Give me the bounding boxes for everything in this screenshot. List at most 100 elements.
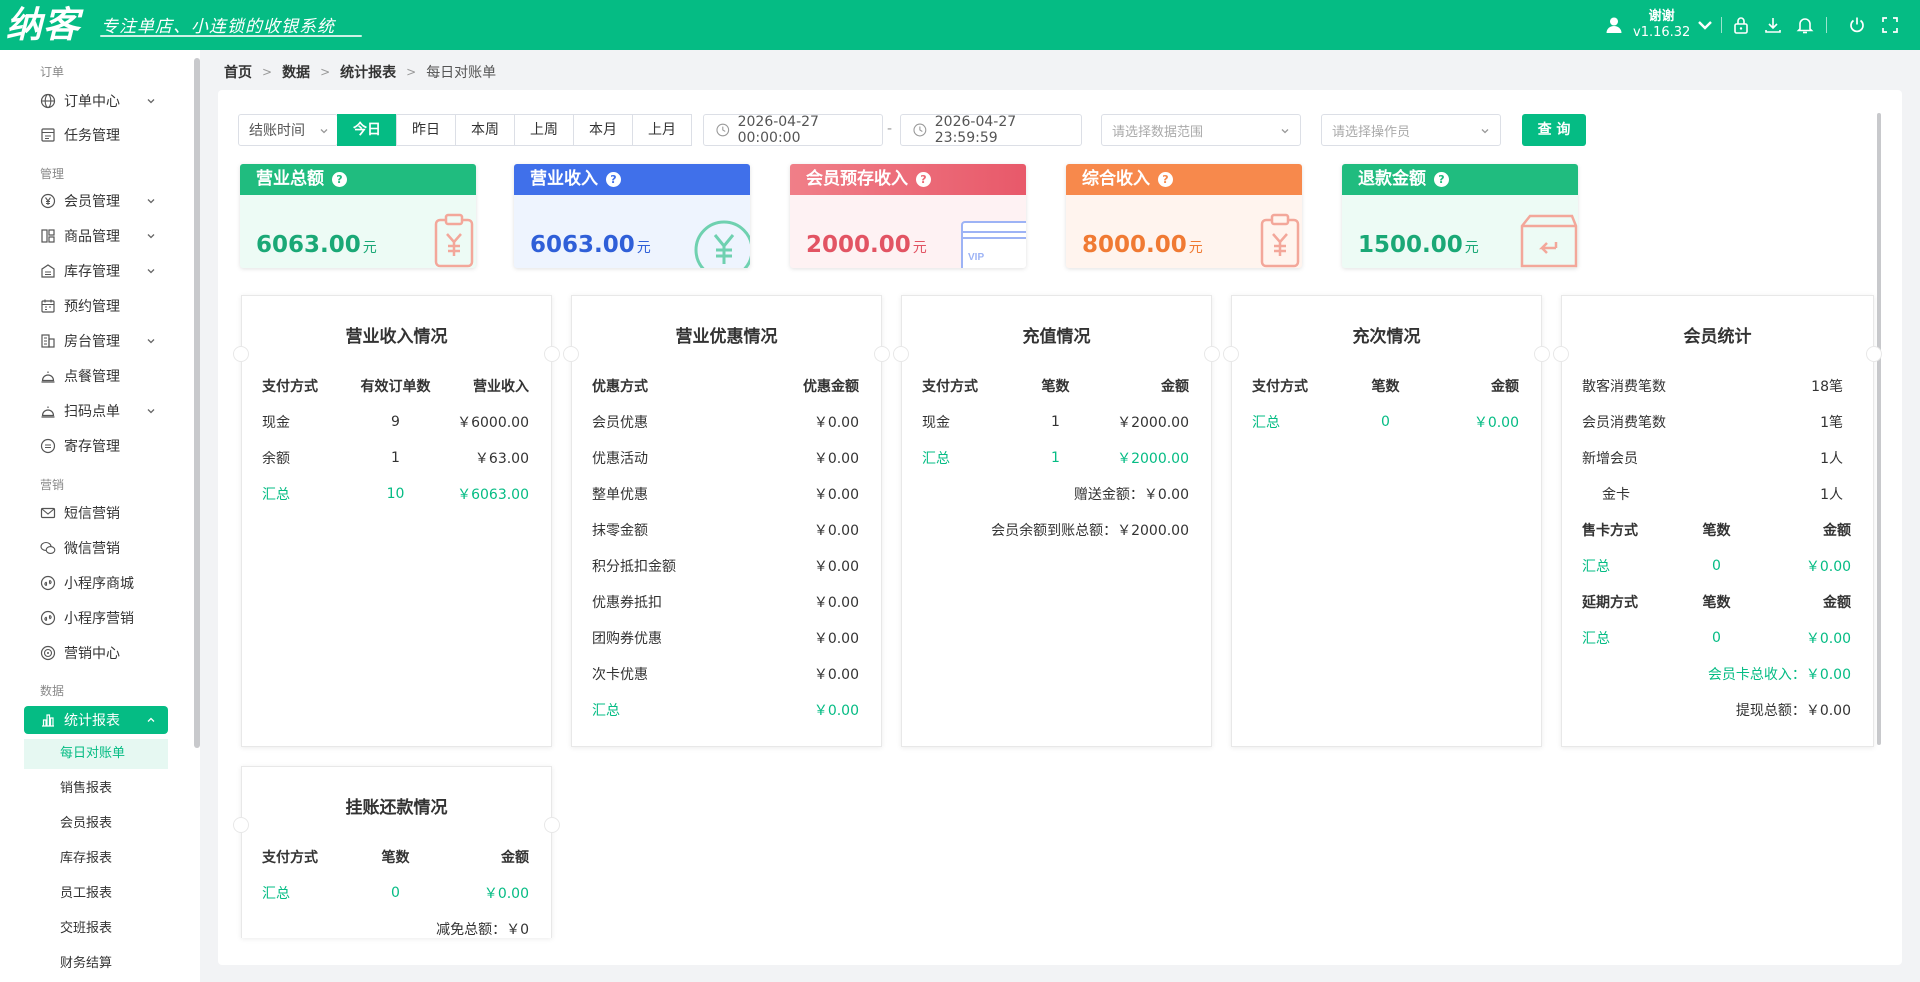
breadcrumb: 首页 > 数据 > 统计报表 > 每日对账单 [224,62,496,82]
sidebar-item-deposit[interactable]: 寄存管理 [24,432,168,460]
sidebar-item-label: 小程序商城 [64,576,134,592]
table-header: 支付方式 笔数 金额 [1252,379,1519,395]
range-this-month[interactable]: 本月 [573,114,633,146]
panel-title: 会员统计 [1683,327,1752,347]
chevron-down-icon [147,199,155,204]
date-range-tabs: 今日 昨日 本周 上周 本月 上月 [337,114,692,146]
query-button[interactable]: 查 询 [1522,114,1586,146]
breadcrumb-home[interactable]: 首页 [224,62,252,82]
card-value: 1500.00 元 [1358,232,1479,258]
breadcrumb-current: 每日对账单 [426,65,497,81]
help-icon[interactable]: ? [606,172,621,187]
range-this-week[interactable]: 本周 [455,114,515,146]
sidebar-item-tasks[interactable]: 任务管理 [24,121,168,149]
sidebar-group-title: 数据 [40,684,65,698]
help-icon[interactable]: ? [1158,172,1173,187]
building-icon [41,334,55,348]
sidebar-item-products[interactable]: 商品管理 [24,222,168,250]
download-icon[interactable] [1763,15,1783,35]
operator-select[interactable]: 请选择操作员 [1321,114,1501,146]
help-icon[interactable]: ? [1434,172,1449,187]
sidebar-item-dining[interactable]: 点餐管理 [24,362,168,390]
table-row: 次卡优惠 ￥0.00 [592,667,859,683]
sidebar-item-rooms[interactable]: 房台管理 [24,327,168,355]
vip-card-icon: VIP [961,221,1026,268]
yen-icon [40,193,56,209]
operator-placeholder: 请选择操作员 [1332,124,1411,140]
help-icon[interactable]: ? [332,172,347,187]
sidebar: 订单 管理 营销 数据 订单中心 任务管理 会员管理 商品管理 库存管理 预约管… [0,50,200,982]
range-last-week[interactable]: 上周 [514,114,574,146]
sidebar-item-mini-mall[interactable]: 小程序商城 [24,569,168,597]
table-total-row: 汇总 0 ￥0.00 [1252,414,1519,431]
end-datetime-input[interactable]: 2026-04-27 23:59:59 [900,114,1082,146]
panel-title: 充次情况 [1352,327,1421,347]
sidebar-item-inventory[interactable]: 库存管理 [24,257,168,285]
sidebar-item-label: 点餐管理 [64,369,120,385]
sidebar-item-order-center[interactable]: 订单中心 [24,87,168,115]
table-header: 支付方式 有效订单数 营业收入 [262,379,529,395]
sidebar-item-marketing-center[interactable]: 营销中心 [24,639,168,667]
card-header: 营业收入? [514,164,750,195]
sidebar-scrollbar[interactable] [194,58,200,748]
chevron-down-icon [1698,21,1713,30]
product-icon [41,229,55,243]
sidebar-item-reservations[interactable]: 预约管理 [24,292,168,320]
range-today[interactable]: 今日 [337,114,397,146]
sidebar-subitem-finance[interactable]: 财务结算 [24,949,168,979]
start-datetime-input[interactable]: 2026-04-27 00:00:00 [703,114,883,146]
task-icon [41,128,55,142]
time-type-value: 结账时间 [249,123,305,139]
mail-icon [40,507,56,519]
breadcrumb-data[interactable]: 数据 [282,62,310,82]
date-dash: - [887,121,893,137]
card-header: 退款金额? [1342,164,1578,195]
table-row: 抹零金额 ￥0.00 [592,523,859,539]
main-scrollbar[interactable] [1877,113,1881,745]
sidebar-subitem-daily-statement[interactable]: 每日对账单 [24,739,168,769]
sidebar-subitem-inventory-report[interactable]: 库存报表 [24,844,168,874]
user-menu[interactable]: 谢谢 v1.16.32 [1605,4,1714,46]
table-header: 售卡方式 笔数 金额 [1582,523,1852,539]
sidebar-item-label: 预约管理 [64,299,120,315]
table-row: 积分抵扣金额 ￥0.00 [592,559,859,575]
income-panel: 营业收入情况 支付方式 有效订单数 营业收入 现金 9 ￥6000.00 余额 1 ￥63.… [233,295,560,747]
panel-title: 充值情况 [1022,327,1091,347]
stat-row: 会员消费笔数 1笔 [1582,415,1843,431]
sidebar-subitem-staff-report[interactable]: 员工报表 [24,879,168,909]
sidebar-group-title: 营销 [40,478,65,492]
range-yesterday[interactable]: 昨日 [396,114,456,146]
time-type-select[interactable]: 结账时间 [238,114,338,146]
lock-icon[interactable] [1731,15,1751,35]
sidebar-item-sms[interactable]: 短信营销 [24,499,168,527]
summary-card-member-prepaid: 会员预存收入? 2000.00 元 VIP [790,164,1026,268]
sidebar-item-reports[interactable]: 统计报表 [24,706,168,734]
sidebar-item-wechat[interactable]: 微信营销 [24,534,168,562]
sidebar-subitem-sales-report[interactable]: 销售报表 [24,774,168,804]
sidebar-item-members[interactable]: 会员管理 [24,187,168,215]
table-row: 优惠活动 ￥0.00 [592,451,859,467]
user-info: 谢谢 v1.16.32 [1633,9,1690,41]
panel-notch [233,817,249,833]
table-row: 会员优惠 ￥0.00 [592,415,859,431]
panel-notch [893,346,909,362]
power-icon[interactable] [1847,15,1867,35]
help-icon[interactable]: ? [916,172,931,187]
sidebar-item-mini-marketing[interactable]: 小程序营销 [24,604,168,632]
sidebar-subitem-member-report[interactable]: 会员报表 [24,809,168,839]
chevron-down-icon [147,234,155,239]
fullscreen-icon[interactable] [1880,15,1900,35]
range-last-month[interactable]: 上月 [632,114,692,146]
deposit-icon [40,438,56,454]
chart-icon [42,714,54,727]
panel-notch [1534,346,1550,362]
sidebar-subitem-shift-report[interactable]: 交班报表 [24,914,168,944]
bell-icon[interactable] [1795,15,1815,35]
credit-repayment-panel: 挂账还款情况 支付方式 笔数 金额 汇总 0 ￥0.00 减免总额：￥0 [233,766,560,938]
breadcrumb-reports[interactable]: 统计报表 [340,62,396,82]
data-scope-select[interactable]: 请选择数据范围 [1101,114,1301,146]
sidebar-item-scan-order[interactable]: 扫码点单 [24,397,168,425]
sidebar-item-label: 扫码点单 [64,404,120,420]
top-header: 纳客 专注单店、小连锁的收银系统 谢谢 v1.16.32 [0,0,1920,50]
logo[interactable]: 纳客 [6,4,80,46]
